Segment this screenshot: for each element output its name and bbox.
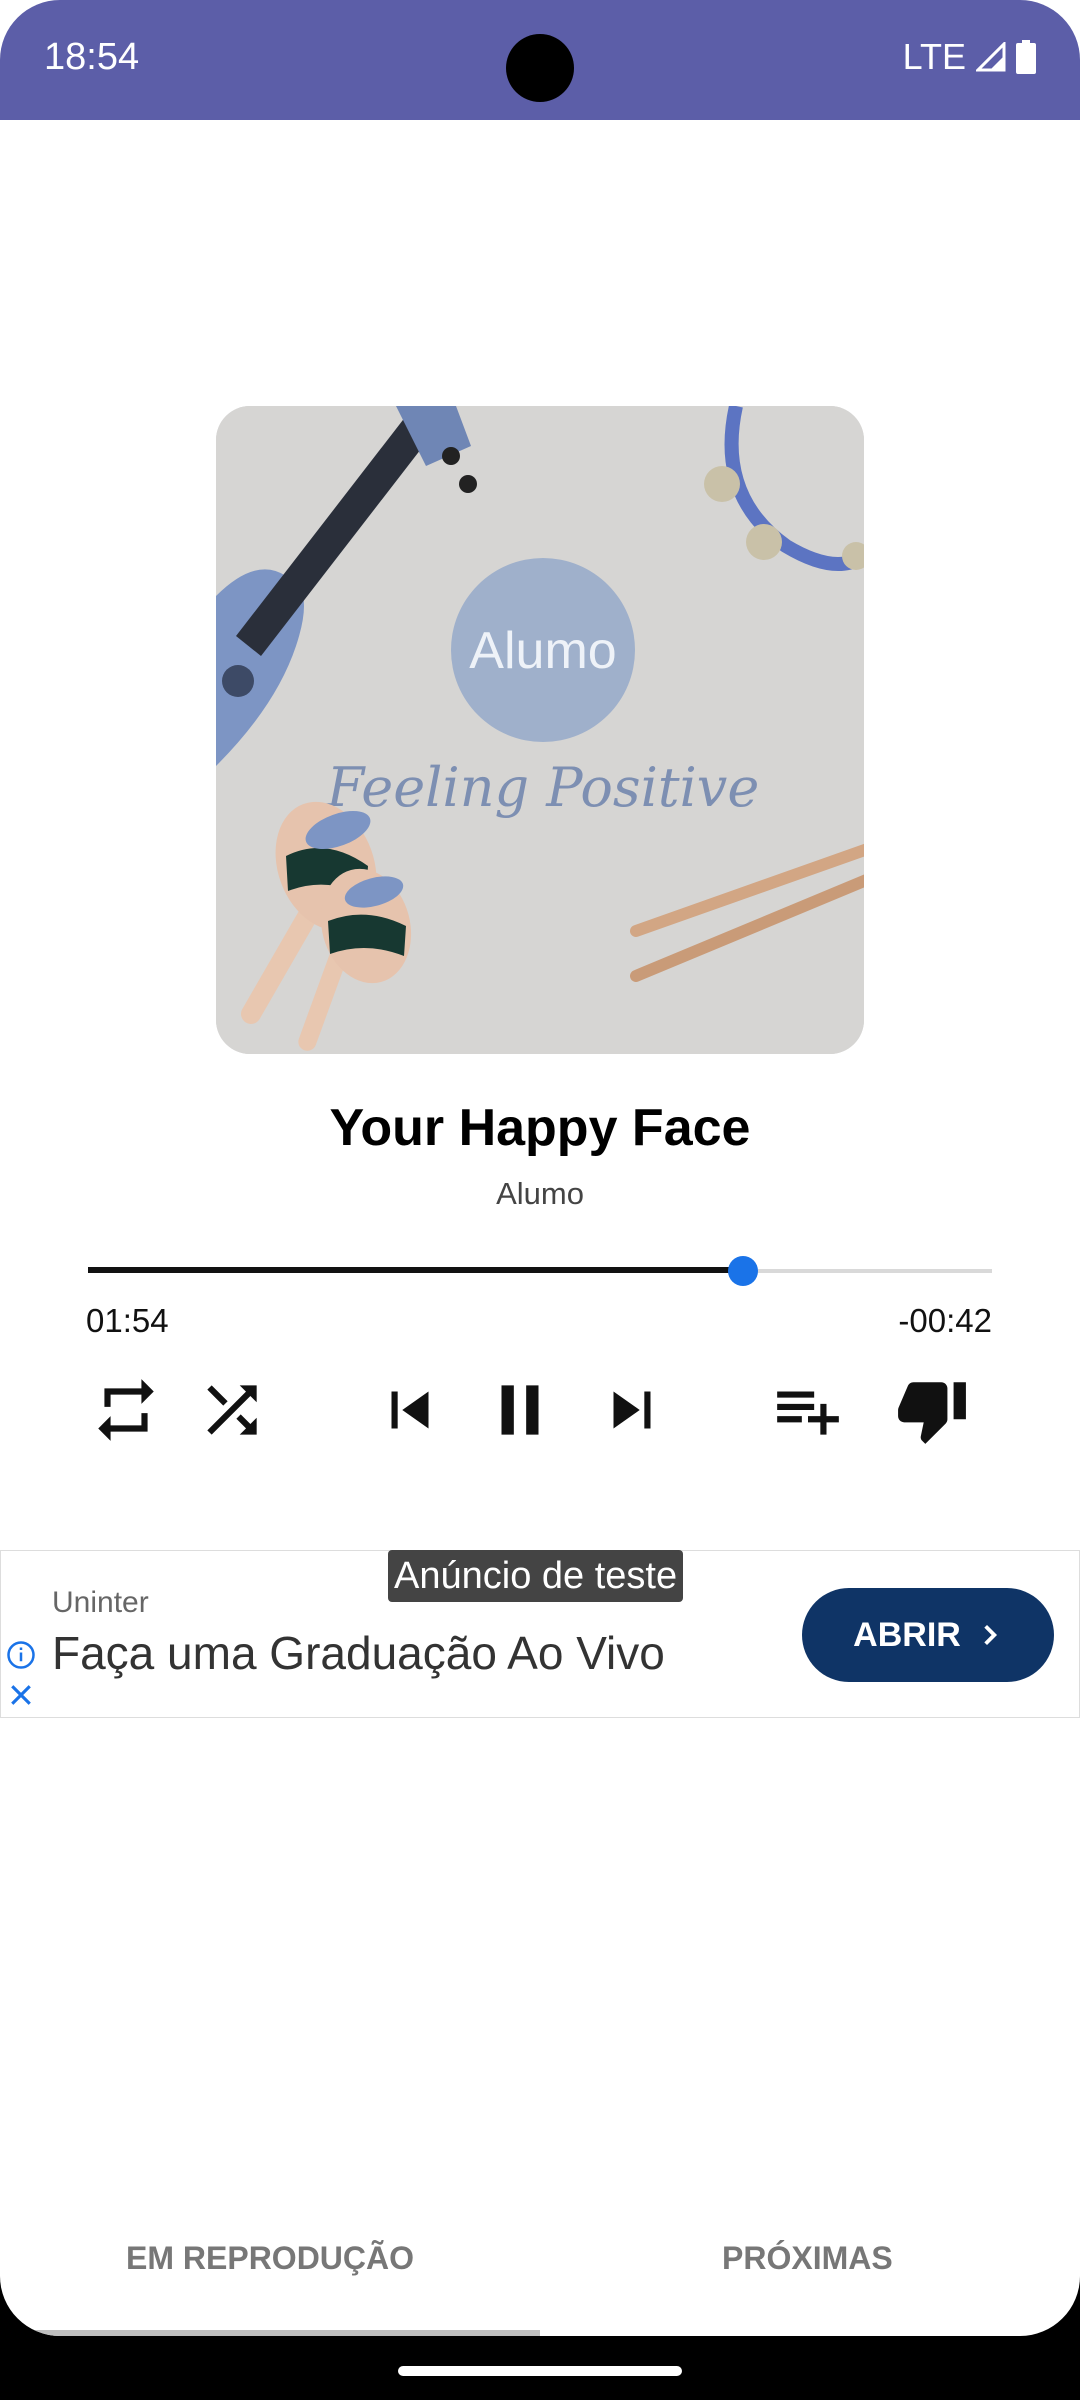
ad-open-label: ABRIR [853,1615,961,1654]
chevron-right-icon [984,1624,997,1646]
status-bar: 18:54 LTE [0,0,1080,120]
shuffle-icon [207,1385,257,1435]
ad-close-icon[interactable] [6,1680,36,1710]
seek-bar[interactable] [88,1256,992,1286]
pause-icon [501,1385,539,1435]
playlist-add-icon [777,1391,839,1435]
ad-advertiser: Uninter [52,1586,149,1619]
pause-button[interactable] [480,1370,560,1450]
elapsed-time: 01:54 [86,1302,169,1339]
seek-thumb[interactable] [728,1256,759,1286]
repeat-button[interactable] [86,1370,166,1450]
home-indicator[interactable] [398,2366,682,2376]
tab-indicator [0,2330,540,2336]
shuffle-button[interactable] [192,1370,272,1450]
screen: 18:54 LTE Alumo Feeling Positive Your Ha… [0,0,1080,2336]
ad-info-icon[interactable] [6,1640,36,1670]
next-button[interactable] [592,1370,672,1450]
ad-headline[interactable]: Faça uma Graduação Ao Vivo [52,1626,665,1680]
album-badge-text: Alumo [469,622,616,680]
tab-now-playing[interactable]: EM REPRODUÇÃO [126,2240,414,2277]
skip-previous-icon [391,1391,429,1429]
repeat-icon [98,1379,154,1441]
album-title-text: Feeling Positive [326,756,760,819]
network-type: LTE [902,36,966,77]
artist-name: Alumo [496,1176,584,1211]
thumb-down-icon [898,1382,966,1444]
status-time: 18:54 [44,36,140,78]
add-to-queue-button[interactable] [768,1370,848,1450]
song-title: Your Happy Face [329,1099,751,1157]
camera-cutout [506,34,574,102]
status-indicators: LTE [903,36,1036,78]
dislike-button[interactable] [892,1370,972,1450]
album-art: Alumo Feeling Positive [216,406,864,1054]
seek-played [88,1267,744,1273]
ad-open-button[interactable]: ABRIR [802,1588,1054,1682]
ad-test-badge: Anúncio de teste [388,1550,684,1602]
skip-next-icon [613,1391,651,1429]
battery-icon [1016,40,1036,74]
previous-button[interactable] [370,1370,450,1450]
signal-icon [976,42,1006,72]
tab-up-next[interactable]: PRÓXIMAS [722,2240,893,2277]
remaining-time: -00:42 [898,1302,992,1339]
